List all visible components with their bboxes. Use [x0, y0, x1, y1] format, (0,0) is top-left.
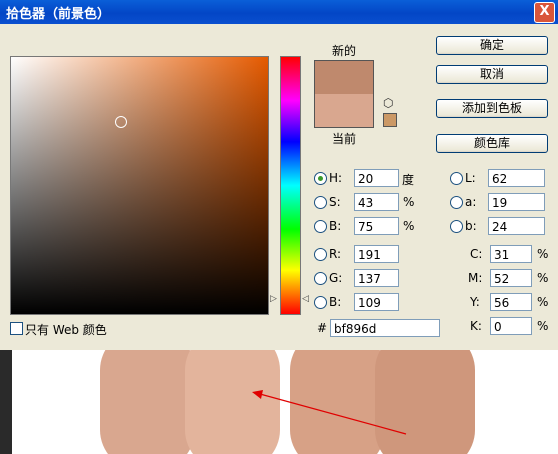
blue-label: B:	[329, 295, 342, 309]
h-input[interactable]: 20	[354, 169, 399, 187]
hue-slider-left-arrow-icon[interactable]: ▷	[270, 294, 277, 304]
m-input[interactable]: 52	[490, 269, 532, 287]
s-radio[interactable]	[314, 196, 327, 209]
y-label: Y:	[470, 295, 480, 309]
blue-radio[interactable]	[314, 296, 327, 309]
background-photo	[0, 350, 558, 454]
hex-label: #	[317, 321, 328, 335]
cancel-button[interactable]: 取消	[436, 65, 548, 84]
h-radio[interactable]	[314, 172, 327, 185]
l-radio[interactable]	[450, 172, 463, 185]
c-unit: %	[537, 247, 549, 261]
c-label: C:	[470, 247, 483, 261]
color-field-cursor[interactable]	[115, 116, 127, 128]
ok-button[interactable]: 确定	[436, 36, 548, 55]
web-only-checkbox[interactable]	[10, 322, 23, 335]
h-unit: 度	[402, 173, 415, 187]
color-field[interactable]	[10, 56, 269, 315]
annotation-arrow	[252, 390, 407, 435]
color-picker-dialog: ▷ ◁ 新的 当前 ⬡ 确定 取消 添加到色板 颜色库 H: 20 度 S: 4…	[0, 24, 558, 350]
websafe-cube-icon[interactable]: ⬡	[383, 96, 393, 110]
s-unit: %	[403, 195, 415, 209]
l-label: L:	[465, 171, 476, 185]
a-input[interactable]: 19	[488, 193, 545, 211]
close-button[interactable]: X	[534, 2, 555, 23]
new-color-label: 新的	[331, 44, 356, 58]
window-title: 拾色器（前景色）	[6, 7, 111, 22]
k-label: K:	[470, 319, 482, 333]
c-input[interactable]: 31	[490, 245, 532, 263]
b-radio[interactable]	[314, 220, 327, 233]
hex-input[interactable]: bf896d	[330, 319, 440, 337]
r-label: R:	[329, 247, 342, 261]
s-input[interactable]: 43	[354, 193, 399, 211]
m-unit: %	[537, 271, 549, 285]
g-radio[interactable]	[314, 272, 327, 285]
lab-b-label: b:	[465, 219, 477, 233]
current-color-swatch[interactable]	[315, 94, 373, 127]
m-label: M:	[468, 271, 483, 285]
new-color-swatch	[315, 61, 373, 94]
r-radio[interactable]	[314, 248, 327, 261]
a-radio[interactable]	[450, 196, 463, 209]
k-unit: %	[537, 319, 549, 333]
hue-slider[interactable]	[280, 56, 301, 315]
b-unit: %	[403, 219, 415, 233]
current-color-label: 当前	[331, 132, 356, 146]
lab-b-input[interactable]: 24	[488, 217, 545, 235]
web-only-label: 只有 Web 颜色	[25, 323, 107, 337]
websafe-color-swatch[interactable]	[383, 113, 397, 127]
h-label: H:	[329, 171, 343, 185]
r-input[interactable]: 191	[354, 245, 399, 263]
b-input[interactable]: 75	[354, 217, 399, 235]
hue-slider-right-arrow-icon[interactable]: ◁	[302, 294, 309, 304]
b-label: B:	[329, 219, 342, 233]
a-label: a:	[465, 195, 477, 209]
y-unit: %	[537, 295, 549, 309]
g-input[interactable]: 137	[354, 269, 399, 287]
title-bar: 拾色器（前景色） X	[0, 0, 558, 24]
add-to-swatches-button[interactable]: 添加到色板	[436, 99, 548, 118]
l-input[interactable]: 62	[488, 169, 545, 187]
k-input[interactable]: 0	[490, 317, 532, 335]
blue-input[interactable]: 109	[354, 293, 399, 311]
color-comparison-swatch	[314, 60, 374, 128]
g-label: G:	[329, 271, 343, 285]
lab-b-radio[interactable]	[450, 220, 463, 233]
s-label: S:	[329, 195, 341, 209]
y-input[interactable]: 56	[490, 293, 532, 311]
color-libraries-button[interactable]: 颜色库	[436, 134, 548, 153]
